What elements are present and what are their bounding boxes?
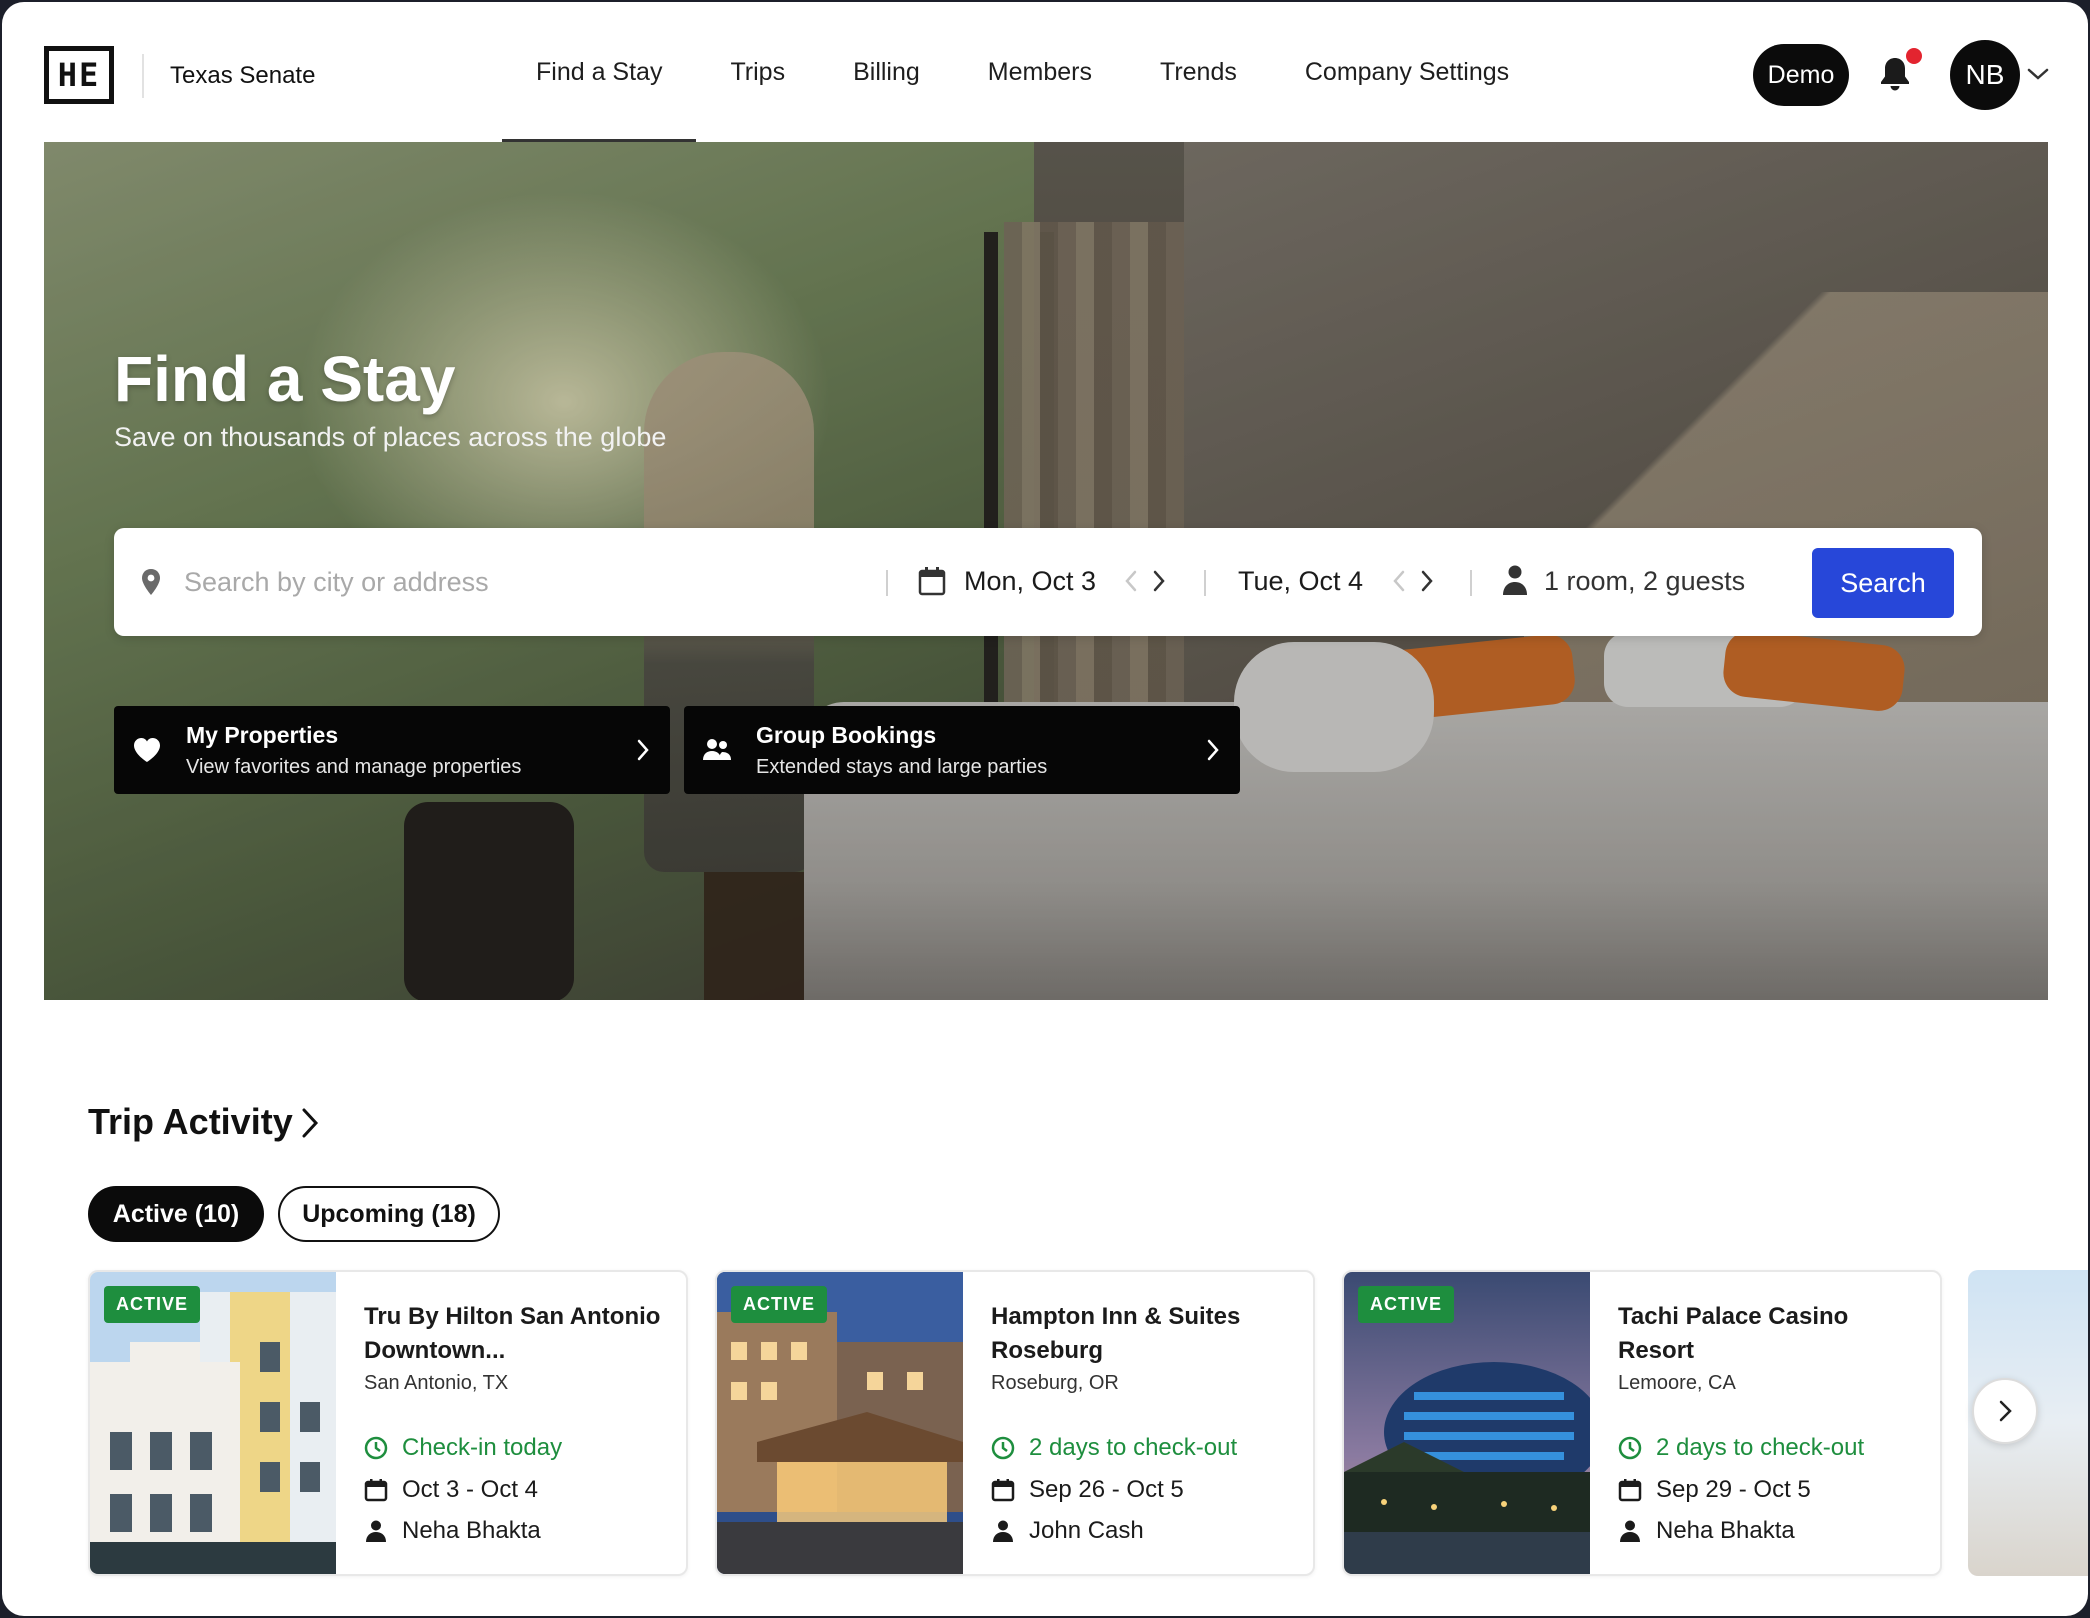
nav-trips[interactable]: Trips: [696, 2, 819, 142]
calendar-icon: [918, 567, 946, 596]
check-out-next-icon[interactable]: [1420, 569, 1434, 593]
nav-members[interactable]: Members: [954, 2, 1126, 142]
person-icon: [993, 1520, 1013, 1542]
company-logo[interactable]: HE: [44, 46, 114, 104]
trip-guest: Neha Bhakta: [1618, 1517, 1795, 1545]
trip-status-text: 2 days to check-out: [1029, 1434, 1238, 1461]
trip-status-text: 2 days to check-out: [1656, 1434, 1865, 1461]
check-out-prev-icon[interactable]: [1392, 569, 1406, 593]
active-badge: ACTIVE: [104, 1286, 201, 1323]
trip-card[interactable]: ACTIVE Tachi Palace Casino Resort Lemoor…: [1342, 1270, 1942, 1576]
group-bookings-subtitle: Extended stays and large parties: [756, 756, 1048, 778]
search-button[interactable]: Search: [1812, 548, 1954, 618]
chevron-right-icon[interactable]: [300, 1106, 320, 1140]
trip-activity-title[interactable]: Trip Activity: [88, 1101, 293, 1143]
organization-name: Texas Senate: [170, 62, 316, 89]
hero-subtitle: Save on thousands of places across the g…: [114, 422, 667, 452]
person-icon: [366, 1520, 386, 1542]
trip-dates: Sep 29 - Oct 5: [1618, 1476, 1811, 1504]
search-bar: Mon, Oct 3 Tue, Oct 4 1 room, 2 guests S…: [114, 528, 1982, 636]
hero-title: Find a Stay: [114, 343, 456, 415]
guests-selector[interactable]: 1 room, 2 guests: [1544, 566, 1745, 597]
nav-billing[interactable]: Billing: [819, 2, 954, 142]
group-icon: [703, 739, 731, 760]
trip-dates: Sep 26 - Oct 5: [991, 1476, 1184, 1504]
chevron-down-icon[interactable]: [2026, 64, 2050, 84]
hotel-location: San Antonio, TX: [364, 1372, 509, 1394]
person-icon: [1620, 1520, 1640, 1542]
calendar-icon: [1618, 1479, 1642, 1502]
hotel-name[interactable]: Tachi Palace Casino Resort: [1618, 1300, 1918, 1368]
nav-trends[interactable]: Trends: [1126, 2, 1271, 142]
search-separator: [1470, 570, 1472, 596]
location-search-input[interactable]: [184, 558, 804, 606]
hotel-name[interactable]: Hampton Inn & Suites Roseburg: [991, 1300, 1291, 1368]
person-icon: [1503, 565, 1527, 595]
check-in-prev-icon[interactable]: [1124, 569, 1138, 593]
tab-upcoming-trips[interactable]: Upcoming (18): [278, 1186, 500, 1242]
nav-find-a-stay[interactable]: Find a Stay: [502, 2, 697, 142]
top-header: HE Texas Senate Find a Stay Trips Billin…: [2, 2, 2088, 142]
my-properties-subtitle: View favorites and manage properties: [186, 756, 522, 778]
trip-status: 2 days to check-out: [1618, 1434, 1864, 1462]
search-separator: [886, 570, 888, 596]
chevron-right-icon: [1207, 739, 1219, 761]
trip-dates-text: Sep 26 - Oct 5: [1029, 1476, 1184, 1503]
logo-text: HE: [57, 56, 101, 94]
org-divider: [142, 54, 144, 98]
heart-icon: [134, 738, 160, 762]
calendar-icon: [364, 1479, 388, 1502]
check-in-next-icon[interactable]: [1152, 569, 1166, 593]
trip-status: Check-in today: [364, 1434, 562, 1462]
trip-status: 2 days to check-out: [991, 1434, 1237, 1462]
trip-card[interactable]: ACTIVE Hampton Inn & Suites Roseburg Ros…: [715, 1270, 1315, 1576]
my-properties-title: My Properties: [186, 722, 339, 748]
check-in-date[interactable]: Mon, Oct 3: [964, 566, 1096, 597]
trip-dates-text: Oct 3 - Oct 4: [402, 1476, 539, 1503]
chevron-right-icon: [1999, 1400, 2012, 1422]
calendar-icon: [991, 1479, 1015, 1502]
trip-guest-name: Neha Bhakta: [402, 1517, 541, 1544]
trip-dates: Oct 3 - Oct 4: [364, 1476, 538, 1504]
clock-icon: [991, 1436, 1015, 1460]
trip-dates-text: Sep 29 - Oct 5: [1656, 1476, 1811, 1503]
search-separator: [1204, 570, 1206, 596]
active-badge: ACTIVE: [731, 1286, 828, 1323]
check-out-date[interactable]: Tue, Oct 4: [1238, 566, 1363, 597]
app-window: HE Texas Senate Find a Stay Trips Billin…: [2, 2, 2088, 1616]
nav-company-settings[interactable]: Company Settings: [1271, 2, 1543, 142]
demo-button[interactable]: Demo: [1753, 44, 1849, 106]
hotel-name[interactable]: Tru By Hilton San Antonio Downtown...: [364, 1300, 664, 1368]
hotel-location: Roseburg, OR: [991, 1372, 1119, 1394]
active-badge: ACTIVE: [1358, 1286, 1455, 1323]
clock-icon: [364, 1436, 388, 1460]
trip-guest: John Cash: [991, 1517, 1144, 1545]
user-avatar[interactable]: NB: [1950, 40, 2020, 110]
notification-dot: [1906, 48, 1922, 64]
trip-guest: Neha Bhakta: [364, 1517, 541, 1545]
my-properties-card[interactable]: My Properties View favorites and manage …: [114, 706, 670, 794]
group-bookings-card[interactable]: Group Bookings Extended stays and large …: [684, 706, 1240, 794]
trip-status-text: Check-in today: [402, 1434, 563, 1461]
trip-guest-name: John Cash: [1029, 1517, 1144, 1544]
group-bookings-title: Group Bookings: [756, 722, 937, 748]
trip-card[interactable]: ACTIVE Tru By Hilton San Antonio Downtow…: [88, 1270, 688, 1576]
hotel-location: Lemoore, CA: [1618, 1372, 1736, 1394]
carousel-next-button[interactable]: [1972, 1378, 2038, 1444]
tab-active-trips[interactable]: Active (10): [88, 1186, 264, 1242]
location-pin-icon: [142, 569, 160, 595]
trip-guest-name: Neha Bhakta: [1656, 1517, 1795, 1544]
chevron-right-icon: [637, 739, 649, 761]
clock-icon: [1618, 1436, 1642, 1460]
hero-banner: Find a Stay Save on thousands of places …: [44, 142, 2048, 1000]
main-nav: Find a Stay Trips Billing Members Trends…: [502, 2, 1543, 142]
